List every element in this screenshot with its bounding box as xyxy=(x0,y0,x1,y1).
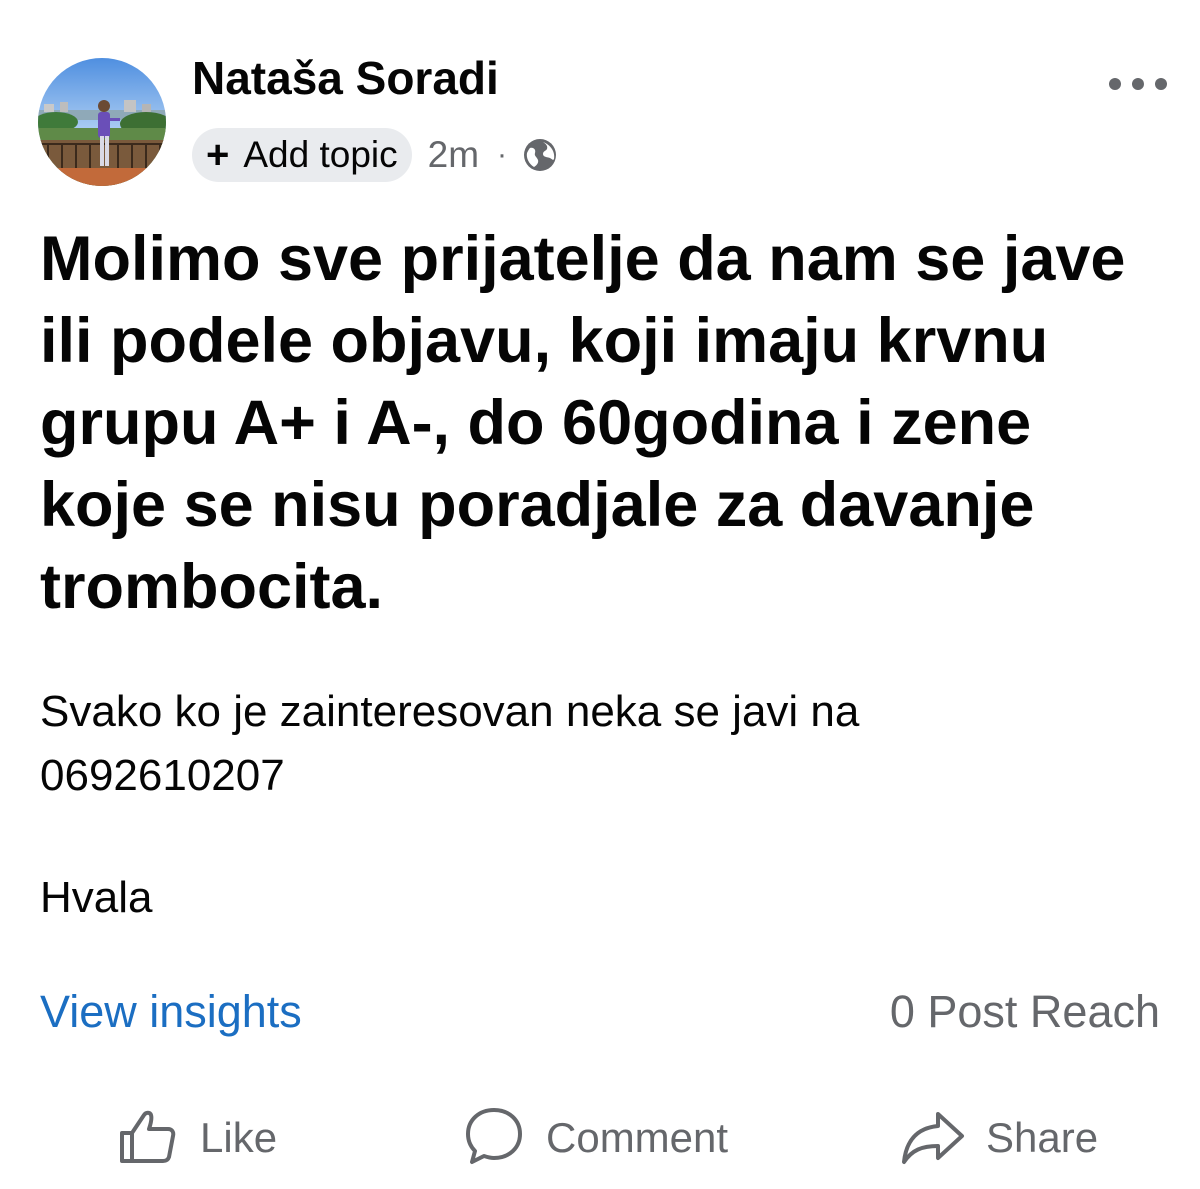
comment-button[interactable]: Comment xyxy=(462,1100,728,1176)
view-insights-link[interactable]: View insights xyxy=(40,980,302,1044)
post-headline: Molimo sve prijatelje da nam se jave ili… xyxy=(40,224,1126,622)
plus-icon: + xyxy=(206,133,230,177)
author-avatar[interactable] xyxy=(38,58,166,186)
globe-icon[interactable] xyxy=(521,136,559,174)
post-meta: + Add topic 2m · xyxy=(192,128,559,182)
comment-label: Comment xyxy=(546,1114,729,1161)
more-horizontal-icon xyxy=(1109,78,1167,90)
add-topic-button[interactable]: + Add topic xyxy=(192,128,412,182)
comment-icon xyxy=(462,1104,526,1173)
meta-separator: · xyxy=(497,138,508,171)
more-options-button[interactable] xyxy=(1098,66,1178,102)
post-reach-count: 0 Post Reach xyxy=(889,986,1160,1037)
profile-photo xyxy=(38,58,166,186)
author-name[interactable]: Nataša Soradi xyxy=(192,48,499,108)
share-icon xyxy=(900,1106,966,1171)
post-body-text: Svako ko je zainteresovan neka se javi n… xyxy=(40,687,860,800)
add-topic-label: Add topic xyxy=(243,134,398,175)
thumbs-up-icon xyxy=(114,1103,180,1174)
like-label: Like xyxy=(200,1114,278,1161)
share-button[interactable]: Share xyxy=(900,1100,1098,1176)
like-button[interactable]: Like xyxy=(114,1100,277,1176)
post-closing-text: Hvala xyxy=(40,873,153,922)
share-label: Share xyxy=(986,1114,1099,1161)
post-timestamp[interactable]: 2m xyxy=(428,134,479,176)
post-action-bar: Like Comment Share xyxy=(0,1100,1200,1176)
